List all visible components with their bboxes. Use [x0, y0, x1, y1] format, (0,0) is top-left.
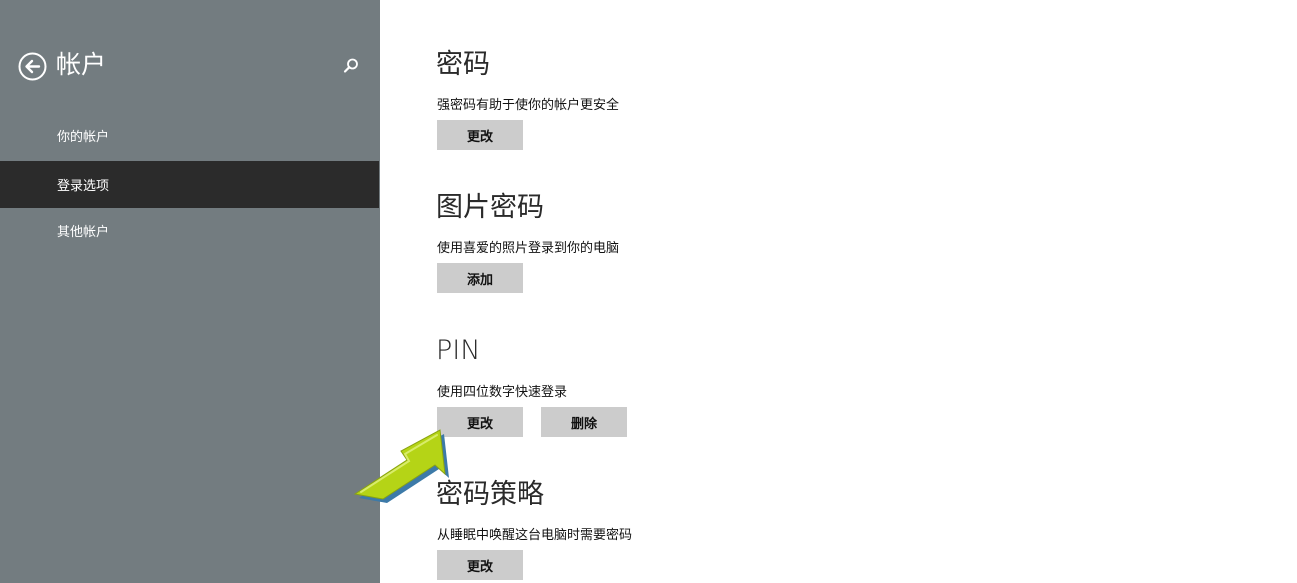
content-area: 密码 强密码有助于使你的帐户更安全 更改 图片密码 使用喜爱的照片登录到你的电脑… — [380, 0, 1297, 583]
sidebar-item-sign-in-options[interactable]: 登录选项 — [0, 161, 379, 208]
pin-remove-button[interactable]: 删除 — [541, 407, 627, 437]
sidebar-item-label: 其他帐户 — [57, 225, 110, 240]
password-change-button[interactable]: 更改 — [437, 120, 523, 150]
password-section-title: 密码 — [436, 49, 490, 80]
sidebar: 帐户 你的帐户 登录选项 其他帐户 — [0, 0, 380, 583]
sidebar-item-label: 你的帐户 — [57, 130, 110, 145]
password-policy-change-button[interactable]: 更改 — [437, 550, 523, 580]
pin-section-title: PIN — [436, 335, 481, 366]
password-policy-section-description: 从睡眠中唤醒这台电脑时需要密码 — [437, 528, 633, 543]
sidebar-item-label: 登录选项 — [57, 179, 110, 194]
search-button[interactable] — [342, 57, 360, 75]
green-pointer-arrow-icon — [353, 429, 449, 503]
password-section-description: 强密码有助于使你的帐户更安全 — [437, 98, 620, 113]
back-button[interactable] — [18, 52, 47, 81]
picture-password-section-description: 使用喜爱的照片登录到你的电脑 — [437, 241, 620, 256]
page-title: 帐户 — [56, 50, 107, 79]
back-arrow-circle-icon — [18, 52, 47, 81]
search-icon — [343, 58, 358, 73]
picture-password-add-button[interactable]: 添加 — [437, 263, 523, 293]
sidebar-item-your-account[interactable]: 你的帐户 — [0, 112, 379, 159]
pin-section-description: 使用四位数字快速登录 — [437, 385, 568, 400]
sidebar-item-other-accounts[interactable]: 其他帐户 — [0, 207, 379, 254]
picture-password-section-title: 图片密码 — [436, 192, 544, 223]
